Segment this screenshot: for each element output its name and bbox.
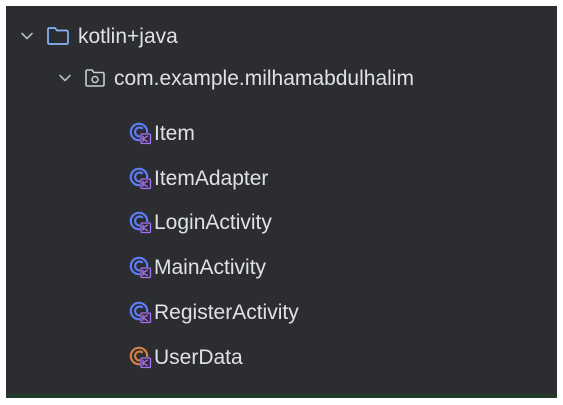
- tree-node-kotlin-java[interactable]: kotlin+java: [6, 16, 557, 56]
- kotlin-class-icon: [128, 210, 152, 234]
- tree-node-class[interactable]: UserData: [6, 337, 557, 377]
- tree-node-label: MainActivity: [154, 255, 267, 279]
- tree-node-label: UserData: [154, 345, 243, 369]
- package-icon: [84, 67, 106, 89]
- tree-node-label: Item: [154, 121, 195, 145]
- kotlin-class-icon: [128, 166, 152, 190]
- tree-node-class[interactable]: ItemAdapter: [6, 158, 557, 198]
- tree-node-label: LoginActivity: [154, 210, 272, 234]
- chevron-down-icon[interactable]: [20, 29, 34, 43]
- kotlin-data-class-icon: [128, 345, 152, 369]
- tree-node-class[interactable]: Item: [6, 113, 557, 153]
- kotlin-class-icon: [128, 121, 152, 145]
- tree-node-class[interactable]: MainActivity: [6, 247, 557, 287]
- tree-node-label: com.example.milhamabdulhalim: [114, 66, 414, 90]
- tree-node-label: ItemAdapter: [154, 166, 269, 190]
- tree-node-class[interactable]: RegisterActivity: [6, 292, 557, 332]
- project-tree-panel: kotlin+java com.example.milhamabdulhalim…: [6, 6, 557, 398]
- tree-node-class[interactable]: LoginActivity: [6, 202, 557, 242]
- tree-node-label: RegisterActivity: [154, 300, 299, 324]
- bottom-divider: [6, 394, 557, 398]
- kotlin-class-icon: [128, 255, 152, 279]
- kotlin-class-icon: [128, 300, 152, 324]
- tree-node-label: kotlin+java: [78, 24, 178, 48]
- tree-node-package[interactable]: com.example.milhamabdulhalim: [6, 58, 557, 98]
- chevron-down-icon[interactable]: [58, 71, 72, 85]
- folder-icon: [46, 25, 70, 47]
